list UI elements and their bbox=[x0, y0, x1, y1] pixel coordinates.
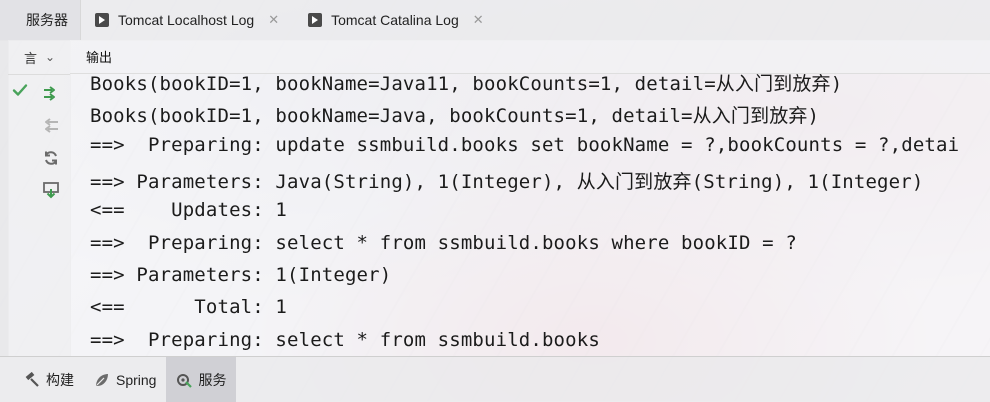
bottom-tab-services-label: 服务 bbox=[198, 371, 227, 388]
close-icon[interactable]: ✕ bbox=[268, 12, 279, 28]
console-line: ==> Parameters: Java(String), 1(Integer)… bbox=[90, 171, 924, 193]
deploy-icon[interactable] bbox=[41, 83, 61, 103]
refresh-icon[interactable] bbox=[41, 148, 61, 168]
console-line: ==> Preparing: update ssmbuild.books set… bbox=[90, 134, 960, 156]
bottom-tool-bar: 构建 Spring 服务 bbox=[0, 356, 990, 402]
services-tool-column: 言 ⌄ bbox=[8, 40, 71, 356]
tab-tomcat-catalina-log-label: Tomcat Catalina Log bbox=[331, 12, 459, 28]
services-icon bbox=[177, 373, 193, 388]
console-line: ==> Preparing: select * from ssmbuild.bo… bbox=[90, 232, 797, 254]
console-line: <== Updates: 1 bbox=[90, 199, 288, 221]
undeploy-icon[interactable] bbox=[41, 115, 61, 135]
top-tab-bar: 服务器 Tomcat Localhost Log ✕ Tomcat Catali… bbox=[0, 0, 990, 41]
bottom-bar-spacer bbox=[0, 357, 14, 402]
play-icon bbox=[308, 13, 323, 27]
tab-tomcat-localhost-log[interactable]: Tomcat Localhost Log ✕ bbox=[81, 0, 294, 40]
console-line: Books(bookID=1, bookName=Java11, bookCou… bbox=[90, 74, 843, 95]
tab-services[interactable]: 服务器 bbox=[0, 0, 81, 40]
spring-leaf-icon bbox=[96, 373, 108, 386]
console-output[interactable]: Books(bookID=1, bookName=Java11, bookCou… bbox=[70, 74, 990, 356]
console-line: <== Total: 1 bbox=[90, 296, 288, 318]
update-app-icon[interactable] bbox=[41, 180, 61, 200]
check-icon bbox=[10, 80, 30, 100]
bottom-tab-services[interactable]: 服务 bbox=[166, 357, 237, 402]
bottom-tab-spring[interactable]: Spring bbox=[84, 357, 166, 402]
bottom-tab-spring-label: Spring bbox=[116, 371, 157, 388]
tab-tomcat-catalina-log[interactable]: Tomcat Catalina Log ✕ bbox=[294, 0, 499, 40]
console-line: Books(bookID=1, bookName=Java, bookCount… bbox=[90, 105, 820, 127]
console-line: ==> Preparing: select * from ssmbuild.bo… bbox=[90, 329, 600, 351]
selector-dropdown[interactable]: 言 ⌄ bbox=[8, 40, 70, 75]
hammer-icon bbox=[25, 371, 39, 387]
bottom-tab-build[interactable]: 构建 bbox=[14, 357, 84, 402]
bottom-tab-build-label: 构建 bbox=[46, 371, 74, 388]
output-header-label: 输出 bbox=[86, 50, 113, 65]
console-line: ==> Parameters: 1(Integer) bbox=[90, 264, 392, 286]
play-icon bbox=[95, 13, 109, 27]
selector-label: 言 bbox=[24, 50, 38, 66]
tab-tomcat-localhost-log-label: Tomcat Localhost Log bbox=[118, 12, 255, 28]
close-icon[interactable]: ✕ bbox=[473, 12, 484, 28]
chevron-down-icon: ⌄ bbox=[45, 50, 56, 64]
output-header: 输出 bbox=[70, 40, 990, 74]
tab-services-label: 服务器 bbox=[26, 12, 68, 28]
